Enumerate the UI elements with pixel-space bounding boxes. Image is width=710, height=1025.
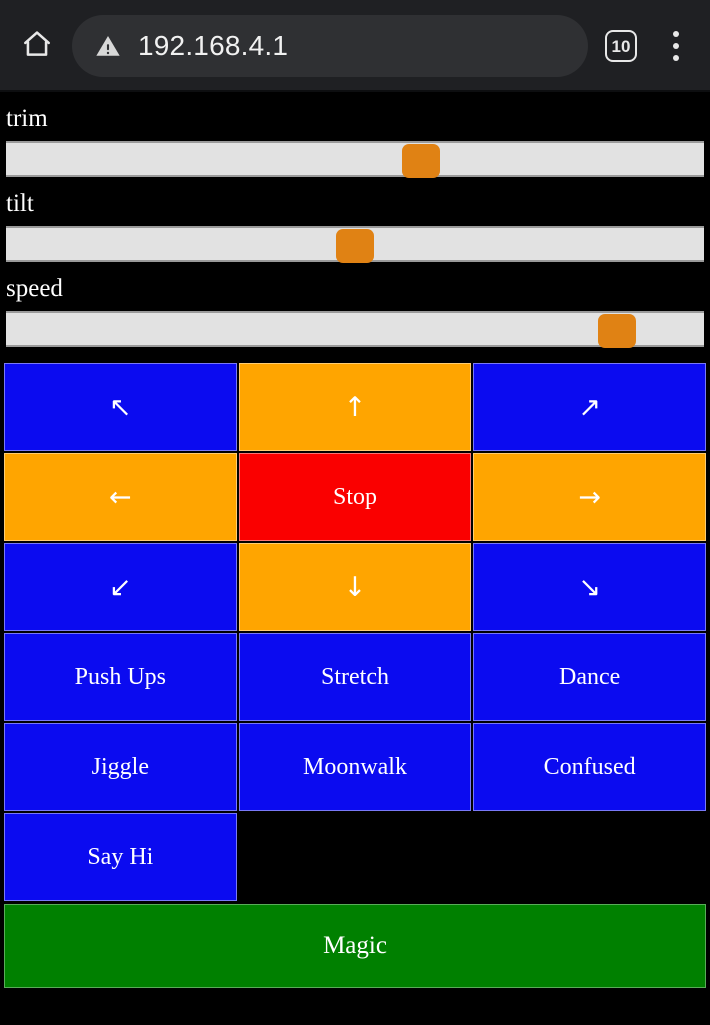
slider-track-wrap-tilt xyxy=(0,226,710,263)
slider-group-speed: speed xyxy=(0,262,710,348)
magic-button-label: Magic xyxy=(323,932,387,959)
slider-track-wrap-trim xyxy=(0,141,710,178)
slider-trim[interactable] xyxy=(6,141,704,178)
overflow-menu-icon-dot xyxy=(673,31,679,37)
grid-cell-empty xyxy=(473,813,706,901)
forward-left-arrow-icon: ↖ xyxy=(109,391,132,423)
slider-thumb-tilt[interactable] xyxy=(336,229,374,263)
url-text[interactable]: 192.168.4.1 xyxy=(138,30,288,62)
url-bar[interactable]: 192.168.4.1 xyxy=(72,15,588,77)
robot-control-page: trim tilt speed ↖ ↑ ↗ ← Stop → ↙ ↓ ↘ Push Ups Stretc… xyxy=(0,92,710,994)
back-left-arrow-icon: ↙ xyxy=(109,571,132,603)
button-dance[interactable]: Dance xyxy=(473,633,706,721)
button-left[interactable]: ← xyxy=(4,453,237,541)
magic-button[interactable]: Magic xyxy=(4,904,706,988)
button-label-moonwalk: Moonwalk xyxy=(302,754,407,780)
slider-label-speed: speed xyxy=(6,275,63,302)
magic-button-row: Magic xyxy=(0,901,710,994)
home-button[interactable] xyxy=(14,23,60,69)
slider-grid-spacer xyxy=(0,347,710,363)
grid-cell-empty xyxy=(238,813,472,901)
slider-tilt[interactable] xyxy=(6,226,704,263)
slider-group-trim: trim xyxy=(0,92,710,178)
overflow-menu-icon-dot xyxy=(673,55,679,61)
button-forward[interactable]: ↑ xyxy=(238,363,472,451)
button-label-stop: Stop xyxy=(332,484,377,510)
slider-section: trim tilt speed xyxy=(0,92,710,348)
button-right[interactable]: → xyxy=(473,453,706,541)
button-back-left[interactable]: ↙ xyxy=(4,543,237,631)
left-arrow-icon: ← xyxy=(109,481,132,513)
button-confused[interactable]: Confused xyxy=(473,723,706,811)
home-icon xyxy=(21,28,53,65)
button-label-stretch: Stretch xyxy=(321,664,389,690)
tab-count-label: 10 xyxy=(611,36,631,56)
right-arrow-icon: → xyxy=(578,481,601,513)
button-stop[interactable]: Stop xyxy=(238,453,472,541)
button-forward-left[interactable]: ↖ xyxy=(4,363,237,451)
button-stretch[interactable]: Stretch xyxy=(238,633,472,721)
button-back[interactable]: ↓ xyxy=(238,543,472,631)
warning-triangle-icon[interactable] xyxy=(94,32,122,60)
overflow-menu-icon-dot xyxy=(673,43,679,49)
button-label-dance: Dance xyxy=(559,664,621,690)
forward-right-arrow-icon: ↗ xyxy=(578,391,601,423)
back-right-arrow-icon: ↘ xyxy=(578,571,601,603)
button-back-right[interactable]: ↘ xyxy=(473,543,706,631)
overflow-menu-button[interactable] xyxy=(656,23,696,69)
control-button-grid: ↖ ↑ ↗ ← Stop → ↙ ↓ ↘ Push Ups Stretch Dance Jiggle Mo… xyxy=(0,363,710,901)
button-label-say-hi: Say Hi xyxy=(87,844,154,870)
button-forward-right[interactable]: ↗ xyxy=(473,363,706,451)
button-push-ups[interactable]: Push Ups xyxy=(4,633,237,721)
button-jiggle[interactable]: Jiggle xyxy=(4,723,237,811)
slider-speed[interactable] xyxy=(6,311,704,348)
button-label-jiggle: Jiggle xyxy=(91,754,149,780)
slider-label-tilt: tilt xyxy=(6,190,34,217)
back-arrow-icon: ↓ xyxy=(343,571,367,603)
button-say-hi[interactable]: Say Hi xyxy=(4,813,237,901)
tab-counter-icon: 10 xyxy=(605,30,637,62)
button-moonwalk[interactable]: Moonwalk xyxy=(238,723,472,811)
browser-toolbar: 192.168.4.1 10 xyxy=(0,0,710,92)
slider-track-wrap-speed xyxy=(0,311,710,348)
forward-arrow-icon: ↑ xyxy=(343,391,367,423)
slider-thumb-speed[interactable] xyxy=(597,314,636,348)
slider-thumb-trim[interactable] xyxy=(402,144,441,178)
button-label-confused: Confused xyxy=(543,754,636,780)
tab-switcher-button[interactable]: 10 xyxy=(598,23,644,69)
button-label-push-ups: Push Ups xyxy=(74,664,166,690)
slider-label-trim: trim xyxy=(6,105,48,132)
slider-group-tilt: tilt xyxy=(0,177,710,263)
